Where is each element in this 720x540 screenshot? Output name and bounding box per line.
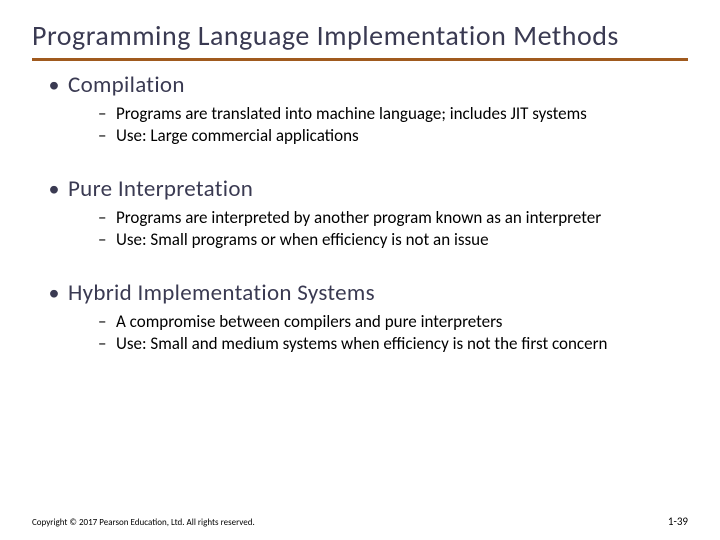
- bullet-heading: Compilation: [68, 71, 185, 99]
- sub-bullet-text: Use: Large commercial applications: [116, 125, 688, 147]
- slide-body: • Compilation – Programs are translated …: [32, 71, 688, 355]
- sub-bullets-hybrid: – A compromise between compilers and pur…: [98, 311, 688, 355]
- bullet-pure-interpretation: • Pure Interpretation: [40, 175, 688, 203]
- bullet-dot-icon: •: [40, 279, 68, 307]
- slide: Programming Language Implementation Meth…: [0, 0, 720, 540]
- sub-bullets-compilation: – Programs are translated into machine l…: [98, 103, 688, 147]
- dash-icon: –: [98, 333, 116, 355]
- sub-bullet-text: Use: Small programs or when efficiency i…: [116, 229, 688, 251]
- bullet-hybrid: • Hybrid Implementation Systems: [40, 279, 688, 307]
- sub-bullet-text: Programs are translated into machine lan…: [116, 103, 688, 125]
- sub-bullet: – Programs are interpreted by another pr…: [98, 207, 688, 229]
- dash-icon: –: [98, 229, 116, 251]
- slide-title: Programming Language Implementation Meth…: [32, 20, 688, 61]
- dash-icon: –: [98, 125, 116, 147]
- page-number: 1-39: [668, 515, 688, 528]
- bullet-heading: Hybrid Implementation Systems: [68, 279, 375, 307]
- sub-bullet-text: Use: Small and medium systems when effic…: [116, 333, 688, 355]
- dash-icon: –: [98, 103, 116, 125]
- bullet-dot-icon: •: [40, 71, 68, 99]
- dash-icon: –: [98, 311, 116, 333]
- bullet-compilation: • Compilation: [40, 71, 688, 99]
- copyright-footer: Copyright © 2017 Pearson Education, Ltd.…: [32, 517, 255, 528]
- sub-bullet: – Use: Small and medium systems when eff…: [98, 333, 688, 355]
- sub-bullet-text: A compromise between compilers and pure …: [116, 311, 688, 333]
- bullet-dot-icon: •: [40, 175, 68, 203]
- sub-bullet: – A compromise between compilers and pur…: [98, 311, 688, 333]
- bullet-heading: Pure Interpretation: [68, 175, 253, 203]
- dash-icon: –: [98, 207, 116, 229]
- sub-bullet: – Programs are translated into machine l…: [98, 103, 688, 125]
- sub-bullets-pure-interpretation: – Programs are interpreted by another pr…: [98, 207, 688, 251]
- sub-bullet: – Use: Small programs or when efficiency…: [98, 229, 688, 251]
- sub-bullet: – Use: Large commercial applications: [98, 125, 688, 147]
- sub-bullet-text: Programs are interpreted by another prog…: [116, 207, 688, 229]
